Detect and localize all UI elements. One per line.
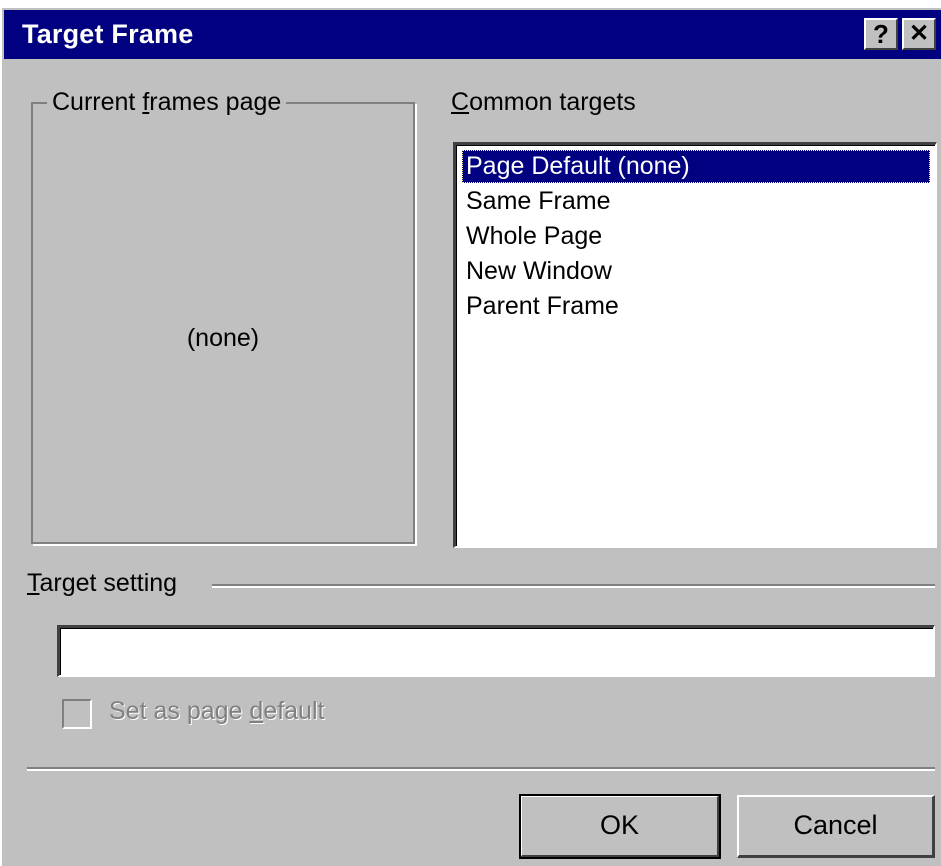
common-targets-label: Common targets bbox=[451, 88, 636, 116]
close-button[interactable]: ✕ bbox=[902, 18, 936, 50]
dialog-title: Target Frame bbox=[22, 19, 194, 49]
list-item-page-default[interactable]: Page Default (none) bbox=[462, 150, 930, 183]
list-item-parent-frame[interactable]: Parent Frame bbox=[462, 290, 623, 323]
list-item-same-frame[interactable]: Same Frame bbox=[462, 185, 614, 218]
target-setting-input[interactable] bbox=[60, 628, 933, 675]
title-bar[interactable]: Target Frame ? ✕ bbox=[4, 10, 941, 59]
set-as-page-default-checkbox[interactable] bbox=[62, 699, 92, 729]
list-item-new-window[interactable]: New Window bbox=[462, 255, 616, 288]
current-frames-page-legend: Current frames page bbox=[47, 88, 287, 117]
current-frames-value: (none) bbox=[186, 324, 260, 352]
target-setting-label: Target setting bbox=[27, 569, 178, 597]
common-targets-listbox[interactable]: Page Default (none) Same Frame Whole Pag… bbox=[453, 142, 937, 548]
buttons-separator bbox=[27, 767, 935, 771]
close-icon: ✕ bbox=[908, 20, 930, 47]
cancel-button[interactable]: Cancel bbox=[737, 795, 935, 858]
target-frame-dialog: Target Frame ? ✕ Current frames page (no… bbox=[0, 6, 941, 866]
list-item-whole-page[interactable]: Whole Page bbox=[462, 220, 606, 253]
ok-button[interactable]: OK bbox=[519, 794, 721, 859]
current-frames-page-group: Current frames page (none) bbox=[31, 88, 415, 544]
help-button[interactable]: ? bbox=[864, 18, 898, 50]
set-as-page-default-label: Set as page default bbox=[109, 697, 325, 725]
target-setting-separator bbox=[212, 584, 935, 588]
target-setting-field[interactable] bbox=[57, 625, 935, 677]
